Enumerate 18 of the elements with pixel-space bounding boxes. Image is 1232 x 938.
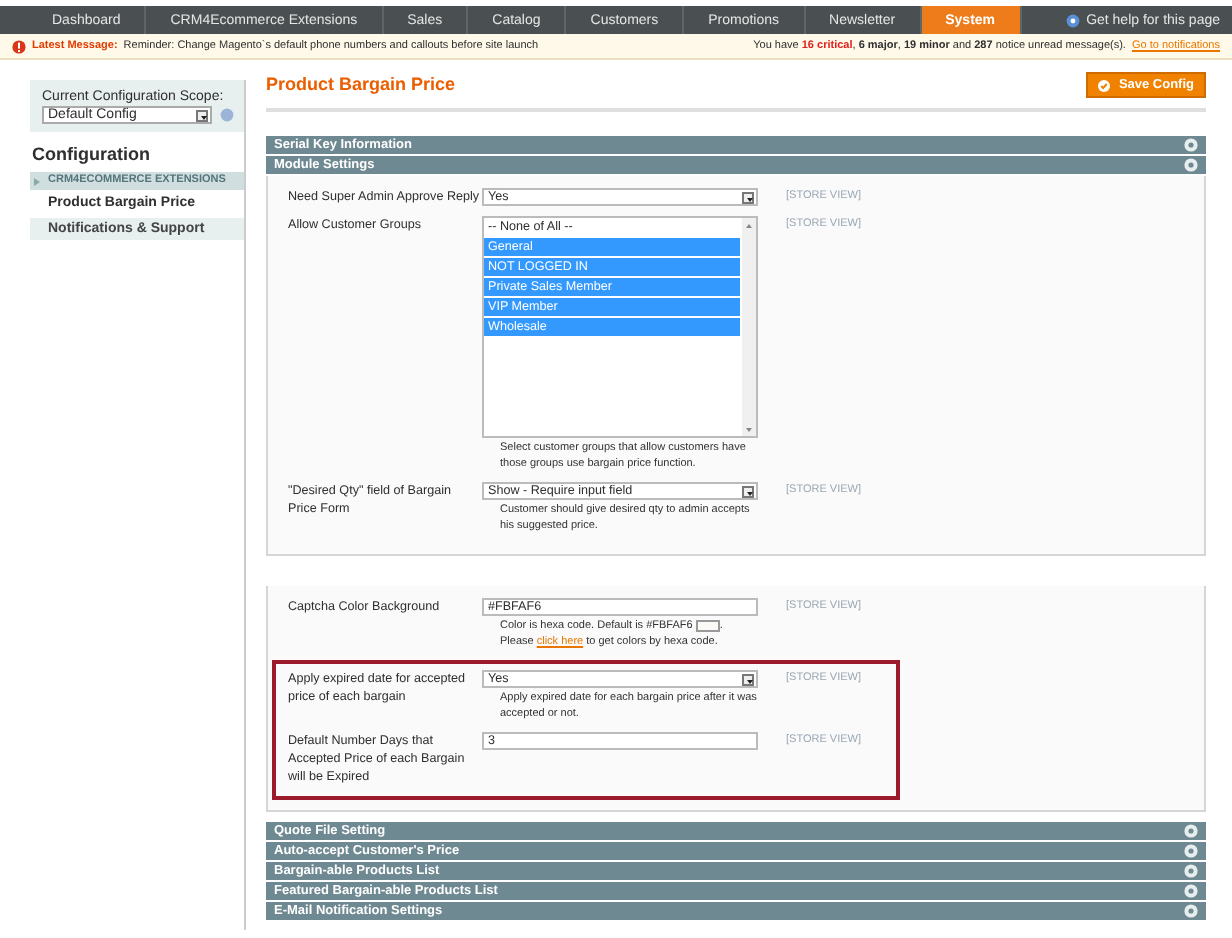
caret-icon bbox=[744, 488, 756, 500]
scroll-up-icon bbox=[742, 220, 756, 233]
help-icon bbox=[220, 108, 234, 122]
check-circle-icon bbox=[1098, 79, 1111, 91]
caret-icon bbox=[744, 194, 756, 206]
alert-icon bbox=[12, 39, 26, 53]
dropdown-button[interactable] bbox=[742, 674, 754, 686]
help-icon bbox=[1066, 13, 1081, 27]
dropdown-button[interactable] bbox=[742, 486, 754, 498]
scroll-down-icon bbox=[742, 424, 756, 436]
color-swatch bbox=[695, 619, 720, 632]
page-title: Product Bargain Price bbox=[266, 76, 456, 94]
dropdown-button[interactable] bbox=[742, 192, 754, 204]
dropdown-button[interactable] bbox=[196, 110, 208, 122]
sidebar-heading: Configuration bbox=[30, 142, 152, 168]
expand-arrow-icon bbox=[34, 177, 40, 185]
caret-icon bbox=[744, 676, 756, 688]
caret-icon bbox=[198, 112, 210, 124]
